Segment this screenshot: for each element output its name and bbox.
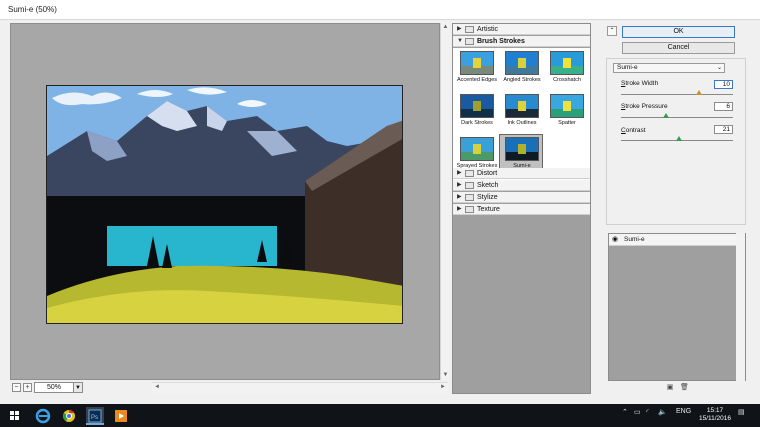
filter-spatter[interactable]: Spatter bbox=[545, 92, 589, 132]
window-title: Sumi-e (50%) bbox=[8, 5, 57, 14]
category-texture[interactable]: ▶ Texture bbox=[453, 204, 590, 215]
battery-icon[interactable]: ▭ bbox=[634, 408, 641, 416]
stroke-pressure-label: Stroke Pressure bbox=[621, 103, 668, 110]
filter-select-value: Sumi-e bbox=[617, 64, 638, 71]
internet-explorer-icon[interactable] bbox=[34, 407, 52, 425]
zoom-bar: − + 50% ▼ ◄ ► bbox=[10, 382, 448, 394]
filter-accented-edges[interactable]: Accented Edges bbox=[455, 49, 499, 89]
filter-thumbnail bbox=[505, 94, 539, 118]
chrome-icon[interactable] bbox=[60, 407, 78, 425]
category-label: Texture bbox=[477, 206, 500, 213]
label-text: troke Width bbox=[625, 80, 659, 87]
category-artistic[interactable]: ▶ Artistic bbox=[453, 24, 590, 35]
folder-icon bbox=[465, 182, 474, 189]
expand-triangle-icon[interactable]: ▶ bbox=[457, 192, 462, 203]
scroll-left-icon[interactable]: ◄ bbox=[154, 384, 160, 390]
category-brush-strokes[interactable]: ▼ Brush Strokes bbox=[453, 36, 590, 47]
expand-triangle-icon[interactable]: ▶ bbox=[457, 204, 462, 215]
scroll-right-icon[interactable]: ► bbox=[440, 384, 446, 390]
contrast-label: Contrast bbox=[621, 127, 646, 134]
collapse-triangle-icon[interactable]: ▼ bbox=[457, 36, 463, 47]
filter-angled-strokes[interactable]: Angled Strokes bbox=[500, 49, 544, 89]
folder-icon bbox=[465, 194, 474, 201]
layers-scrollbar[interactable] bbox=[736, 233, 745, 381]
ok-button[interactable]: OK bbox=[622, 26, 735, 38]
scroll-up-icon[interactable]: ▲ bbox=[441, 23, 450, 32]
category-distort[interactable]: ▶ Distort bbox=[453, 168, 590, 179]
cancel-button[interactable]: Cancel bbox=[622, 42, 735, 54]
stroke-pressure-slider-thumb[interactable] bbox=[662, 113, 669, 118]
language-indicator[interactable]: ENG bbox=[676, 408, 691, 415]
volume-icon[interactable]: 🔈 bbox=[658, 408, 667, 416]
preview-vertical-scrollbar[interactable]: ▲ ▼ bbox=[440, 23, 449, 380]
stroke-width-slider[interactable] bbox=[621, 94, 733, 95]
expand-triangle-icon[interactable]: ▶ bbox=[457, 180, 462, 191]
collapse-gallery-button[interactable]: ⌃ bbox=[607, 26, 617, 36]
folder-icon bbox=[465, 170, 474, 177]
contrast-input[interactable]: 21 bbox=[714, 125, 733, 134]
effect-layers-panel: ◉ Sumi-e bbox=[608, 233, 746, 381]
stroke-pressure-input[interactable]: 6 bbox=[714, 102, 733, 111]
folder-open-icon bbox=[465, 38, 474, 45]
zoom-level-field[interactable]: 50% bbox=[34, 382, 74, 393]
stroke-pressure-slider[interactable] bbox=[621, 117, 733, 118]
filter-thumbnail bbox=[460, 137, 494, 161]
filter-gallery: ▶ Artistic ▼ Brush Strokes Accented Edge… bbox=[452, 23, 591, 394]
filter-label: Crosshatch bbox=[553, 77, 581, 83]
window-titlebar: Sumi-e (50%) bbox=[0, 0, 760, 20]
zoom-dropdown-button[interactable]: ▼ bbox=[73, 382, 83, 393]
stroke-width-slider-thumb[interactable] bbox=[696, 90, 703, 95]
start-icon[interactable] bbox=[6, 407, 24, 425]
filter-thumbnail bbox=[460, 94, 494, 118]
category-label: Artistic bbox=[477, 26, 498, 33]
clock-date: 15/11/2016 bbox=[698, 415, 732, 422]
filter-thumbnail bbox=[505, 51, 539, 75]
label-text: troke Pressure bbox=[625, 103, 668, 110]
label-text: ontrast bbox=[625, 127, 646, 134]
filter-ink-outlines[interactable]: Ink Outlines bbox=[500, 92, 544, 132]
folder-icon bbox=[465, 26, 474, 33]
category-label: Stylize bbox=[477, 194, 498, 201]
new-effect-layer-icon[interactable]: ▣ bbox=[666, 384, 674, 392]
wifi-icon[interactable]: ◜ bbox=[646, 408, 649, 416]
effect-layer-label: Sumi-e bbox=[624, 236, 645, 243]
filter-thumbnail bbox=[460, 51, 494, 75]
svg-text:Ps: Ps bbox=[91, 415, 98, 421]
expand-triangle-icon[interactable]: ▶ bbox=[457, 24, 462, 35]
windows-taskbar: Ps ⌃ ▭ ◜ 🔈 ENG 15:17 15/11/2016 ▤ bbox=[0, 404, 760, 427]
category-sketch[interactable]: ▶ Sketch bbox=[453, 180, 590, 191]
eye-icon[interactable]: ◉ bbox=[612, 236, 620, 244]
zoom-out-button[interactable]: − bbox=[12, 383, 21, 392]
chevron-down-icon: ⌄ bbox=[716, 65, 722, 71]
filter-thumbnail bbox=[550, 94, 584, 118]
preview-horizontal-scrollbar[interactable]: ◄ ► bbox=[152, 382, 448, 394]
delete-effect-layer-icon[interactable]: 🗑 bbox=[680, 384, 689, 392]
filter-thumbnail bbox=[550, 51, 584, 75]
filter-label: Spatter bbox=[558, 120, 576, 126]
show-hidden-icons-icon[interactable]: ⌃ bbox=[622, 408, 628, 416]
stroke-width-label: Stroke Width bbox=[621, 80, 658, 87]
filter-dark-strokes[interactable]: Dark Strokes bbox=[455, 92, 499, 132]
folder-icon bbox=[465, 206, 474, 213]
photoshop-icon[interactable]: Ps bbox=[86, 407, 104, 425]
notifications-icon[interactable]: ▤ bbox=[738, 408, 745, 416]
category-label: Distort bbox=[477, 170, 498, 177]
zoom-in-button[interactable]: + bbox=[23, 383, 32, 392]
contrast-slider-thumb[interactable] bbox=[676, 136, 683, 141]
category-label: Sketch bbox=[477, 182, 499, 189]
filter-crosshatch[interactable]: Crosshatch bbox=[545, 49, 589, 89]
stroke-width-input[interactable]: 10 bbox=[714, 80, 733, 89]
expand-triangle-icon[interactable]: ▶ bbox=[457, 168, 462, 179]
clock-time: 15:17 bbox=[706, 407, 724, 414]
filter-select[interactable]: Sumi-e ⌄ bbox=[613, 63, 725, 73]
effect-layer-row[interactable]: ◉ Sumi-e bbox=[609, 234, 745, 246]
category-stylize[interactable]: ▶ Stylize bbox=[453, 192, 590, 203]
scroll-down-icon[interactable]: ▼ bbox=[441, 371, 450, 380]
media-player-icon[interactable] bbox=[112, 407, 130, 425]
category-label: Brush Strokes bbox=[477, 38, 525, 45]
layers-footer: ▣ 🗑 bbox=[606, 382, 746, 394]
system-clock[interactable]: 15:17 15/11/2016 bbox=[690, 407, 740, 423]
filter-thumbnail bbox=[505, 137, 539, 161]
preview-image bbox=[46, 85, 403, 324]
